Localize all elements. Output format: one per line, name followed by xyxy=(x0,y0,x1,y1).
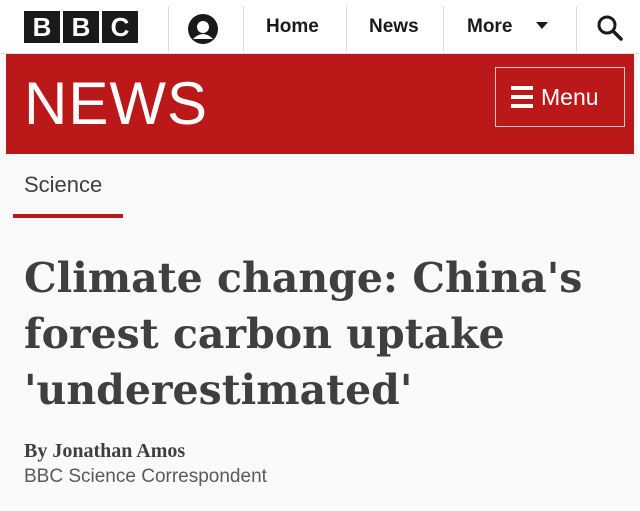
user-account-icon[interactable] xyxy=(186,12,220,46)
nav-link-more[interactable]: More xyxy=(467,0,512,54)
nav-divider xyxy=(168,6,169,52)
menu-button[interactable]: Menu xyxy=(495,67,625,127)
section-link-science[interactable]: Science xyxy=(24,172,102,198)
bbc-logo-block: C xyxy=(102,11,138,43)
menu-label: Menu xyxy=(541,84,599,110)
news-wordmark[interactable]: NEWS xyxy=(24,66,208,142)
nav-link-news[interactable]: News xyxy=(369,0,419,54)
hamburger-menu-icon xyxy=(511,86,533,108)
article-headline: Climate change: China's forest carbon up… xyxy=(24,254,583,414)
search-icon[interactable] xyxy=(596,14,624,42)
nav-divider xyxy=(576,6,577,52)
section-underline xyxy=(13,214,123,218)
bbc-logo[interactable]: B B C xyxy=(24,11,138,43)
bbc-logo-block: B xyxy=(24,11,60,43)
bbc-logo-block: B xyxy=(63,11,99,43)
byline-role: BBC Science Correspondent xyxy=(24,466,267,487)
chevron-down-icon[interactable] xyxy=(536,22,548,29)
nav-divider xyxy=(346,6,347,52)
bbc-masthead: B B C Home News More xyxy=(0,0,640,54)
news-banner: NEWS Menu xyxy=(6,54,634,154)
nav-divider xyxy=(443,6,444,52)
nav-link-home[interactable]: Home xyxy=(266,0,319,54)
byline-author: By Jonathan Amos xyxy=(24,440,186,462)
nav-divider xyxy=(243,6,244,52)
